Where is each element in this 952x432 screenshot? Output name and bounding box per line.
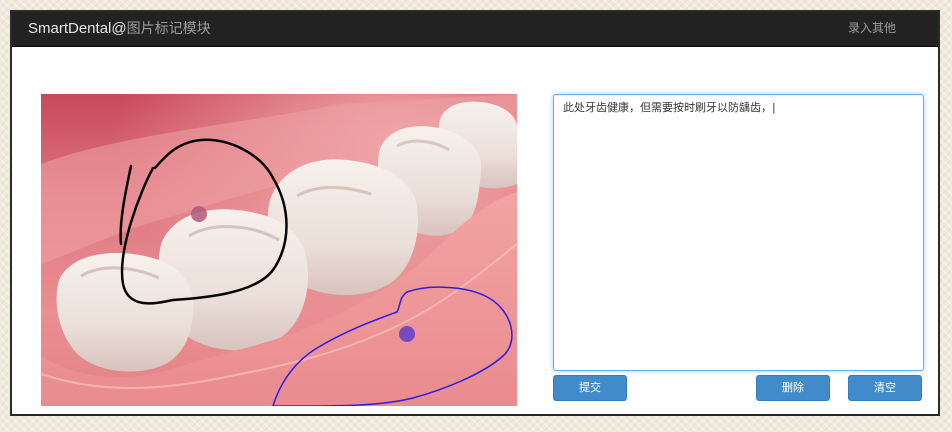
teeth-photo-canvas[interactable] bbox=[41, 94, 517, 406]
brand-name: SmartDental@ bbox=[28, 20, 127, 37]
teeth-image bbox=[41, 94, 517, 406]
top-navbar: SmartDental@图片标记模块 录入其他 bbox=[12, 12, 938, 47]
black-mark-dot[interactable] bbox=[191, 206, 207, 222]
brand-link[interactable]: SmartDental@图片标记模块 bbox=[28, 12, 211, 46]
brand-module-title: 图片标记模块 bbox=[126, 21, 211, 37]
blue-mark-dot[interactable] bbox=[399, 326, 415, 342]
app-window: SmartDental@图片标记模块 录入其他 此处牙齿健康，但需要按时刷牙以防… bbox=[10, 10, 940, 416]
clear-button[interactable]: 清空 bbox=[848, 375, 922, 401]
enter-other-link[interactable]: 录入其他 bbox=[848, 12, 896, 45]
annotation-textarea[interactable]: 此处牙齿健康，但需要按时刷牙以防龋齿，| bbox=[553, 94, 924, 371]
submit-button[interactable]: 提交 bbox=[553, 375, 627, 401]
delete-button[interactable]: 删除 bbox=[756, 375, 830, 401]
